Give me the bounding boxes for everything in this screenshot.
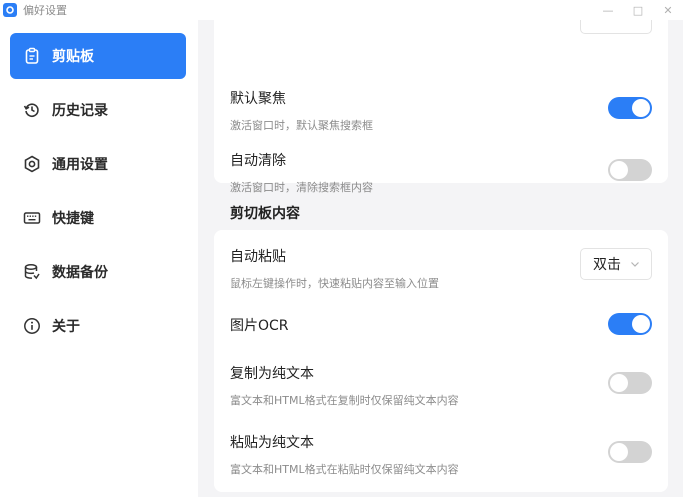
window-title: 偏好设置 [23, 4, 67, 17]
default-focus-desc: 激活窗口时，默认聚焦搜索框 [230, 119, 373, 132]
maximize-icon[interactable]: □ [623, 0, 653, 20]
toggle-knob [632, 315, 650, 333]
image-ocr-row: 图片OCR [230, 313, 652, 335]
image-ocr-title: 图片OCR [230, 318, 289, 334]
auto-clear-desc: 激活窗口时，清除搜索框内容 [230, 181, 373, 194]
paste-plain-toggle[interactable] [608, 441, 652, 463]
sidebar: 剪贴板 历史记录 通用设置 快捷键 数据备份 关于 [0, 20, 198, 497]
settings-icon [23, 155, 41, 173]
auto-paste-select[interactable]: 双击 [580, 248, 652, 280]
default-focus-row: 默认聚焦 激活窗口时，默认聚焦搜索框 [230, 88, 652, 133]
keyboard-icon [23, 209, 41, 227]
database-icon [23, 263, 41, 281]
sidebar-item-clipboard[interactable]: 剪贴板 [10, 33, 186, 79]
sidebar-item-shortcuts[interactable]: 快捷键 [10, 195, 186, 241]
toggle-knob [610, 443, 628, 461]
auto-paste-value: 双击 [593, 257, 621, 273]
default-focus-toggle[interactable] [608, 97, 652, 119]
toggle-knob [610, 161, 628, 179]
sidebar-item-label: 通用设置 [52, 157, 108, 173]
sidebar-item-label: 关于 [52, 319, 80, 335]
paste-plain-title: 粘贴为纯文本 [230, 435, 314, 451]
partially-visible-select[interactable] [580, 20, 652, 34]
window-controls: — □ ✕ [593, 0, 683, 20]
sidebar-item-about[interactable]: 关于 [10, 303, 186, 349]
close-icon[interactable]: ✕ [653, 0, 683, 20]
default-focus-title: 默认聚焦 [230, 91, 286, 107]
paste-plain-desc: 富文本和HTML格式在粘贴时仅保留纯文本内容 [230, 463, 459, 476]
copy-plain-toggle[interactable] [608, 372, 652, 394]
info-icon [23, 317, 41, 335]
history-icon [23, 101, 41, 119]
sidebar-item-label: 历史记录 [52, 103, 108, 119]
copy-plain-desc: 富文本和HTML格式在复制时仅保留纯文本内容 [230, 394, 459, 407]
sidebar-item-label: 剪贴板 [52, 49, 94, 65]
settings-content: 默认聚焦 激活窗口时，默认聚焦搜索框 自动清除 激活窗口时，清除搜索框内容 剪切… [198, 20, 683, 497]
app-logo-icon [3, 3, 17, 17]
sidebar-item-backup[interactable]: 数据备份 [10, 249, 186, 295]
image-ocr-toggle[interactable] [608, 313, 652, 335]
toggle-knob [610, 374, 628, 392]
title-bar: 偏好设置 — □ ✕ [0, 0, 683, 20]
section-title: 剪切板内容 [230, 206, 300, 222]
sidebar-item-label: 快捷键 [52, 211, 94, 227]
copy-plain-title: 复制为纯文本 [230, 366, 314, 382]
paste-plain-row: 粘贴为纯文本 富文本和HTML格式在粘贴时仅保留纯文本内容 [230, 432, 652, 477]
clipboard-settings-card: 默认聚焦 激活窗口时，默认聚焦搜索框 自动清除 激活窗口时，清除搜索框内容 [214, 20, 668, 194]
clipboard-icon [23, 47, 41, 65]
toggle-knob [632, 99, 650, 117]
chevron-down-icon [631, 262, 639, 267]
auto-clear-toggle[interactable] [608, 159, 652, 181]
sidebar-item-general[interactable]: 通用设置 [10, 141, 186, 187]
sidebar-item-label: 数据备份 [52, 265, 108, 281]
auto-clear-row: 自动清除 激活窗口时，清除搜索框内容 [230, 150, 652, 195]
copy-plain-row: 复制为纯文本 富文本和HTML格式在复制时仅保留纯文本内容 [230, 363, 652, 408]
clipboard-content-card: 自动粘贴 鼠标左键操作时，快速粘贴内容至输入位置 双击 图片OCR 复制为纯文本… [214, 230, 668, 492]
minimize-icon[interactable]: — [593, 0, 623, 20]
auto-clear-title: 自动清除 [230, 153, 286, 169]
sidebar-item-history[interactable]: 历史记录 [10, 87, 186, 133]
auto-paste-row: 自动粘贴 鼠标左键操作时，快速粘贴内容至输入位置 双击 [230, 246, 652, 291]
